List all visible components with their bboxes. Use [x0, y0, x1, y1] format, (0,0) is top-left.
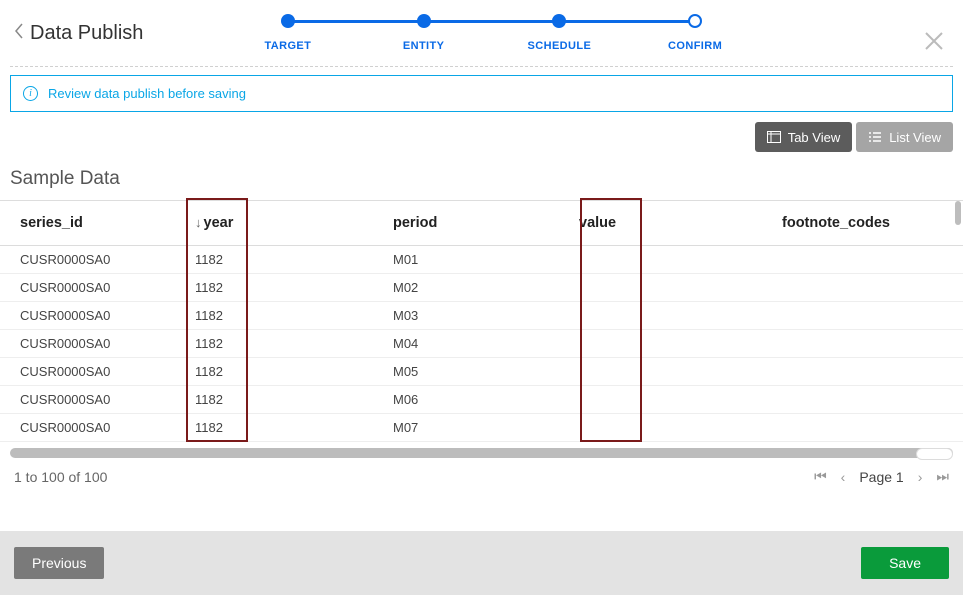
cell-series-id: CUSR0000SA0	[20, 392, 195, 407]
cell-value	[579, 420, 729, 435]
cell-period: M02	[393, 280, 579, 295]
page-first-icon[interactable]: ⏮	[814, 468, 827, 485]
cell-year: 1182	[195, 392, 393, 407]
cell-period: M05	[393, 364, 579, 379]
table-body[interactable]: CUSR0000SA01182M01CUSR0000SA01182M02CUSR…	[0, 246, 963, 442]
cell-value	[579, 280, 729, 295]
step-entity-dot-icon	[417, 14, 431, 28]
cell-value	[579, 364, 729, 379]
table-row[interactable]: CUSR0000SA01182M01	[0, 246, 963, 274]
section-title: Sample Data	[0, 162, 963, 200]
back-chevron-icon[interactable]	[14, 23, 24, 44]
cell-footnote-codes	[729, 280, 943, 295]
data-table: series_id ↓year period value footnote_co…	[0, 200, 963, 442]
sort-descending-icon: ↓	[195, 215, 202, 230]
step-target[interactable]: TARGET	[220, 14, 356, 52]
info-icon: i	[23, 86, 38, 101]
table-row[interactable]: CUSR0000SA01182M07	[0, 414, 963, 442]
column-header-series-id[interactable]: series_id	[20, 215, 195, 231]
cell-footnote-codes	[729, 420, 943, 435]
divider	[10, 66, 953, 68]
wizard-stepper: TARGET ENTITY SCHEDULE CONFIRM	[220, 14, 763, 52]
step-schedule-dot-icon	[552, 14, 566, 28]
info-notice: i Review data publish before saving	[10, 75, 953, 112]
step-confirm[interactable]: CONFIRM	[627, 14, 763, 52]
cell-series-id: CUSR0000SA0	[20, 336, 195, 351]
table-row[interactable]: CUSR0000SA01182M02	[0, 274, 963, 302]
cell-series-id: CUSR0000SA0	[20, 420, 195, 435]
list-view-icon	[868, 130, 882, 144]
cell-value	[579, 308, 729, 323]
horizontal-scrollbar[interactable]	[10, 448, 953, 458]
cell-value	[579, 392, 729, 407]
cell-series-id: CUSR0000SA0	[20, 308, 195, 323]
list-view-label: List View	[889, 130, 941, 145]
cell-year: 1182	[195, 364, 393, 379]
save-button[interactable]: Save	[861, 547, 949, 579]
list-view-button[interactable]: List View	[856, 122, 953, 152]
page-last-icon[interactable]: ⏭	[936, 468, 949, 485]
cell-year: 1182	[195, 336, 393, 351]
cell-series-id: CUSR0000SA0	[20, 280, 195, 295]
cell-value	[579, 252, 729, 267]
column-header-value[interactable]: value	[579, 215, 729, 231]
cell-value	[579, 336, 729, 351]
table-row[interactable]: CUSR0000SA01182M05	[0, 358, 963, 386]
cell-period: M03	[393, 308, 579, 323]
cell-footnote-codes	[729, 308, 943, 323]
cell-series-id: CUSR0000SA0	[20, 252, 195, 267]
cell-year: 1182	[195, 308, 393, 323]
cell-period: M01	[393, 252, 579, 267]
cell-footnote-codes	[729, 364, 943, 379]
tab-view-button[interactable]: Tab View	[755, 122, 853, 152]
page-label: Page 1	[859, 469, 903, 485]
step-confirm-label: CONFIRM	[668, 40, 722, 52]
step-schedule[interactable]: SCHEDULE	[492, 14, 628, 52]
tab-view-icon	[767, 130, 781, 144]
table-header-row: series_id ↓year period value footnote_co…	[0, 201, 963, 246]
step-entity[interactable]: ENTITY	[356, 14, 492, 52]
cell-footnote-codes	[729, 392, 943, 407]
cell-footnote-codes	[729, 252, 943, 267]
cell-year: 1182	[195, 280, 393, 295]
cell-year: 1182	[195, 420, 393, 435]
column-header-year[interactable]: ↓year	[195, 215, 393, 231]
page-title: Data Publish	[30, 22, 143, 45]
step-schedule-label: SCHEDULE	[528, 40, 592, 52]
cell-period: M06	[393, 392, 579, 407]
previous-button[interactable]: Previous	[14, 547, 104, 579]
table-row[interactable]: CUSR0000SA01182M04	[0, 330, 963, 358]
cell-period: M07	[393, 420, 579, 435]
step-target-dot-icon	[281, 14, 295, 28]
step-entity-label: ENTITY	[403, 40, 445, 52]
page-next-icon[interactable]: ›	[918, 469, 923, 485]
table-row[interactable]: CUSR0000SA01182M03	[0, 302, 963, 330]
cell-period: M04	[393, 336, 579, 351]
page-prev-icon[interactable]: ‹	[841, 469, 846, 485]
info-notice-text: Review data publish before saving	[48, 86, 246, 101]
tab-view-label: Tab View	[788, 130, 841, 145]
column-header-footnote-codes[interactable]: footnote_codes	[729, 215, 943, 231]
table-row[interactable]: CUSR0000SA01182M06	[0, 386, 963, 414]
cell-series-id: CUSR0000SA0	[20, 364, 195, 379]
column-header-period[interactable]: period	[393, 215, 579, 231]
close-icon[interactable]	[923, 30, 945, 57]
cell-footnote-codes	[729, 336, 943, 351]
cell-year: 1182	[195, 252, 393, 267]
pager-summary: 1 to 100 of 100	[14, 469, 107, 485]
step-confirm-dot-icon	[688, 14, 702, 28]
step-target-label: TARGET	[264, 40, 311, 52]
